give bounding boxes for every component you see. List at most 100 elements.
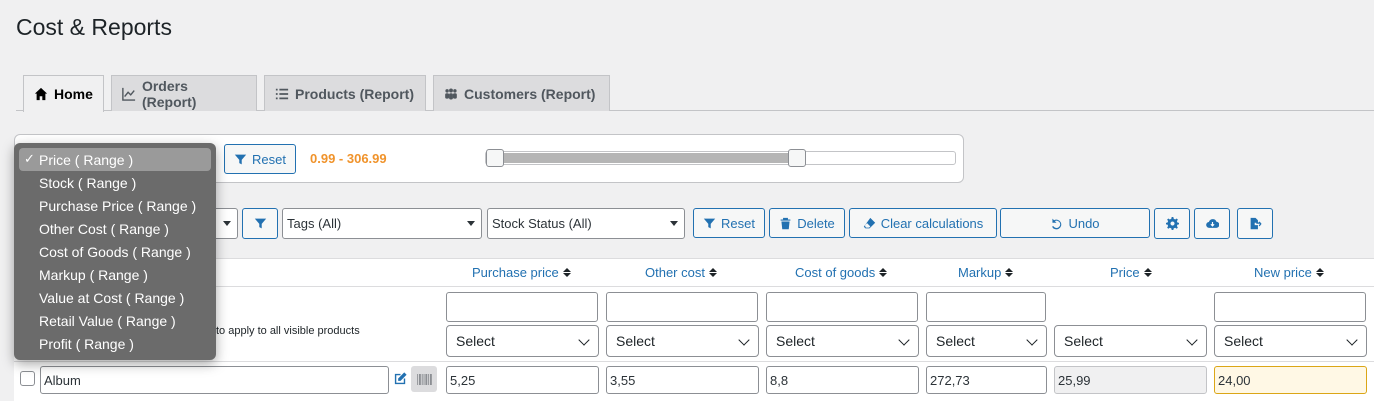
slider-handle-max[interactable] [788,149,807,167]
tab-customers-report[interactable]: Customers (Report) [433,75,610,111]
tab-orders-report[interactable]: Orders (Report) [111,75,257,111]
delete-button[interactable]: Delete [769,208,845,238]
bulk-select-new-price[interactable]: Select [1214,325,1367,357]
tab-label: Orders (Report) [141,77,197,110]
range-type-dropdown-menu: ✓ Price ( Range ) Stock ( Range ) Purchase … [14,143,216,360]
tab-label: Customers (Report) [464,85,596,102]
option-label: Price ( Range ) [39,151,134,168]
users-icon [445,88,457,99]
gear-icon [1165,217,1179,230]
range-type-option[interactable]: Stock ( Range ) [19,171,211,194]
barcode-glyph [416,373,432,385]
clear-label: Clear calculations [880,215,984,231]
chevron-down-icon [1186,334,1198,346]
stock-status-select[interactable]: Stock Status (All) [487,208,685,239]
option-label: Value at Cost ( Range ) [39,289,185,306]
line-chart-icon [122,87,136,101]
bulk-select-markup[interactable]: Select [926,325,1047,357]
caret-icon [670,221,678,226]
bulk-input-markup[interactable] [926,292,1046,322]
column-label: Cost of goods [795,265,876,280]
cell-value: 25,99 [1058,372,1091,388]
header-divider [14,286,1374,287]
select-label: Select [936,333,975,349]
bulk-input-new-price[interactable] [1214,292,1366,322]
cell-value: 24,00 [1218,372,1251,388]
range-reset-button[interactable]: Reset [224,144,296,174]
select-label: Select [456,333,495,349]
select-label: Select [616,333,655,349]
tags-select[interactable]: Tags (All) [282,208,482,239]
bulk-input-cost-of-goods[interactable] [766,292,918,322]
bulk-input-purchase-price[interactable] [446,292,598,322]
filter-icon [254,218,266,229]
undo-button[interactable]: Undo [1000,208,1150,238]
other-cost-cell[interactable]: 3,55 [606,366,759,394]
cost-of-goods-cell[interactable]: 8,8 [766,366,919,394]
bulk-select-other-cost[interactable]: Select [606,325,759,357]
settings-button[interactable] [1154,208,1190,239]
option-label: Retail Value ( Range ) [39,312,176,329]
slider-handle-min[interactable] [486,149,504,167]
eraser-icon [863,217,875,228]
range-type-option[interactable]: ✓ Price ( Range ) [19,148,211,171]
range-type-option[interactable]: Markup ( Range ) [19,263,211,286]
tab-products-report[interactable]: Products (Report) [264,75,426,111]
range-type-option[interactable]: Retail Value ( Range ) [19,309,211,332]
column-label: Price [1110,265,1140,280]
bulk-row-divider [14,361,1374,362]
select-label: Select [1064,333,1103,349]
option-label: Other Cost ( Range ) [39,220,169,237]
barcode-icon[interactable] [411,366,437,392]
sort-icon [708,268,717,277]
column-header-markup[interactable]: Markup [958,265,1014,280]
range-type-option[interactable]: Purchase Price ( Range ) [19,194,211,217]
tab-home[interactable]: Home [23,75,104,112]
option-label: Stock ( Range ) [39,174,137,191]
export-button[interactable] [1237,208,1273,239]
reset-label: Reset [721,215,755,231]
sort-icon [1005,268,1014,277]
range-type-option[interactable]: Cost of Goods ( Range ) [19,240,211,263]
product-name-field[interactable]: Album [40,366,389,394]
cell-value: 5,25 [450,372,476,388]
range-type-option[interactable]: Profit ( Range ) [19,332,211,355]
edit-icon[interactable] [393,371,408,386]
caret-icon [223,221,231,226]
column-header-cost-of-goods[interactable]: Cost of goods [795,265,888,280]
sort-icon [879,268,888,277]
chevron-down-icon [738,334,750,346]
new-price-cell[interactable]: 24,00 [1214,366,1367,394]
markup-cell[interactable]: 272,73 [926,366,1047,394]
column-header-new-price[interactable]: New price [1254,265,1324,280]
clear-calculations-button[interactable]: Clear calculations [849,208,997,238]
cell-value: 272,73 [930,372,970,388]
row-checkbox[interactable] [20,371,35,386]
column-header-price[interactable]: Price [1110,265,1152,280]
stock-status-value: Stock Status (All) [492,216,592,231]
column-label: New price [1254,265,1312,280]
undo-icon [1052,218,1062,229]
download-button[interactable] [1194,208,1230,239]
bulk-input-other-cost[interactable] [606,292,758,322]
range-type-option[interactable]: Other Cost ( Range ) [19,217,211,240]
column-header-purchase-price[interactable]: Purchase price [472,265,571,280]
filter-button[interactable] [242,208,278,239]
column-header-other-cost[interactable]: Other cost [645,265,717,280]
home-icon [34,87,48,101]
page-title: Cost & Reports [16,14,172,40]
purchase-price-cell[interactable]: 5,25 [446,366,599,394]
select-label: Select [1224,333,1263,349]
range-slider[interactable] [485,149,956,167]
bulk-select-price[interactable]: Select [1054,325,1207,357]
bulk-select-purchase-price[interactable]: Select [446,325,599,357]
bulk-select-cost-of-goods[interactable]: Select [766,325,919,357]
cell-value: 8,8 [770,372,789,388]
option-label: Purchase Price ( Range ) [39,197,197,214]
toolbar-reset-button[interactable]: Reset [693,208,765,238]
trash-icon [780,217,791,229]
checkmark-icon: ✓ [24,151,35,166]
range-value-text: 0.99 - 306.99 [310,151,387,166]
range-type-option[interactable]: Value at Cost ( Range ) [19,286,211,309]
filter-icon [703,218,716,228]
